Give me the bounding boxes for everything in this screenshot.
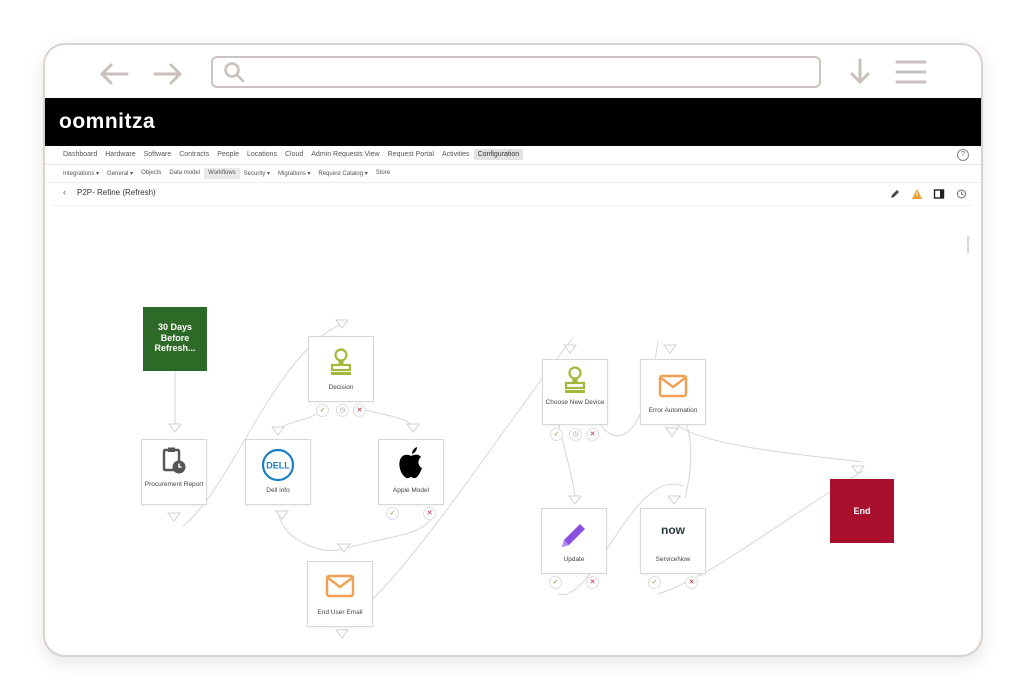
end-node[interactable]: End xyxy=(830,479,894,543)
node-servicenow[interactable]: now ServiceNow xyxy=(640,508,706,574)
success-port[interactable]: ✓ xyxy=(648,576,661,589)
brand-header: oomnitza xyxy=(45,98,981,146)
sub-nav-item-data-model[interactable]: Data model xyxy=(165,168,204,179)
workflow-connectors xyxy=(167,319,865,639)
history-icon[interactable] xyxy=(955,187,967,199)
start-node-30-days[interactable]: 30 Days Before Refresh... xyxy=(143,307,207,371)
workflow-canvas[interactable]: Show info 30 Days Before Refresh... Proc… xyxy=(53,205,973,646)
page-title: P2P- Refine (Refresh) xyxy=(77,188,156,197)
servicenow-logo-icon: now xyxy=(661,523,685,537)
browser-chrome xyxy=(45,45,981,100)
sub-nav-item-integrations[interactable]: Integrations ▾ xyxy=(59,168,103,179)
success-port[interactable]: ✓ xyxy=(316,404,329,417)
sub-nav-item-migrations[interactable]: Migrations ▾ xyxy=(274,168,314,179)
node-choose-new-device[interactable]: Choose New Device xyxy=(542,359,608,425)
sub-navigation: Integrations ▾ General ▾ Objects Data model… xyxy=(45,165,981,183)
clipboard-clock-icon xyxy=(162,446,186,474)
node-label: Procurement Report xyxy=(144,481,204,488)
node-label: Error Automation xyxy=(648,407,698,414)
hamburger-menu-icon[interactable] xyxy=(895,59,927,85)
address-bar[interactable] xyxy=(211,56,821,88)
node-decision[interactable]: Decision xyxy=(308,336,374,402)
node-apple-model[interactable]: Apple Model xyxy=(378,439,444,505)
stamp-icon xyxy=(329,347,353,377)
node-label: ServiceNow xyxy=(655,556,691,563)
success-port[interactable]: ✓ xyxy=(386,507,399,520)
node-label: Update xyxy=(563,556,585,563)
top-nav-item-hardware[interactable]: Hardware xyxy=(101,149,139,160)
sub-nav-item-security[interactable]: Security ▾ xyxy=(240,168,274,179)
top-nav-item-software[interactable]: Software xyxy=(140,149,176,160)
timeout-port[interactable]: ◷ xyxy=(336,404,349,417)
top-nav-item-people[interactable]: People xyxy=(213,149,243,160)
node-error-automation[interactable]: Error Automation xyxy=(640,359,706,425)
node-end-user-email[interactable]: End User Email xyxy=(307,561,373,627)
pencil-edit-icon[interactable] xyxy=(889,187,901,199)
apple-logo-icon xyxy=(395,445,427,483)
show-info-tab[interactable]: Show info xyxy=(965,236,971,276)
top-navigation: Dashboard Hardware Software Contracts People… xyxy=(45,146,981,165)
failure-port[interactable]: ✕ xyxy=(685,576,698,589)
help-icon[interactable]: ? xyxy=(957,149,969,161)
arrow-left-icon[interactable] xyxy=(97,59,131,89)
success-port[interactable]: ✓ xyxy=(550,428,563,441)
device-frame: oomnitza Dashboard Hardware Software Contra… xyxy=(43,43,983,657)
node-label: Choose New Device xyxy=(545,399,605,406)
sub-nav-item-request-catalog[interactable]: Request Catalog ▾ xyxy=(314,168,371,179)
envelope-icon xyxy=(325,574,355,598)
node-label: Dell info xyxy=(266,487,290,494)
failure-port[interactable]: ✕ xyxy=(423,507,436,520)
failure-port[interactable]: ✕ xyxy=(586,576,599,589)
arrow-right-icon[interactable] xyxy=(151,59,185,89)
oomnitza-logo[interactable]: oomnitza xyxy=(59,110,155,134)
back-button[interactable]: ‹ xyxy=(63,187,66,197)
top-nav-item-dashboard[interactable]: Dashboard xyxy=(59,149,101,160)
pencil-icon xyxy=(558,519,590,551)
top-nav-item-contracts[interactable]: Contracts xyxy=(175,149,213,160)
sub-nav-item-general[interactable]: General ▾ xyxy=(103,168,137,179)
dell-logo-text: DELL xyxy=(266,461,290,471)
top-nav-item-locations[interactable]: Locations xyxy=(243,149,281,160)
panel-toggle-icon[interactable] xyxy=(933,187,945,199)
timeout-port[interactable]: ◷ xyxy=(569,428,582,441)
node-label: Apple Model xyxy=(392,487,430,494)
stamp-icon xyxy=(563,365,587,395)
top-nav-item-admin-requests-view[interactable]: Admin Requests View xyxy=(307,149,383,160)
warning-icon[interactable] xyxy=(911,187,923,199)
top-nav-item-request-portal[interactable]: Request Portal xyxy=(384,149,438,160)
top-nav-item-activities[interactable]: Activities xyxy=(438,149,474,160)
success-port[interactable]: ✓ xyxy=(549,576,562,589)
failure-port[interactable]: ✕ xyxy=(353,404,366,417)
sub-nav-item-store[interactable]: Store xyxy=(372,168,394,179)
dell-logo-icon: DELL xyxy=(261,448,295,482)
node-procurement-report[interactable]: Procurement Report xyxy=(141,439,207,505)
node-dell-info[interactable]: DELL Dell info xyxy=(245,439,311,505)
top-nav-item-configuration[interactable]: Configuration xyxy=(473,149,524,160)
node-label: Decision xyxy=(328,384,354,391)
node-update[interactable]: Update xyxy=(541,508,607,574)
download-icon[interactable] xyxy=(845,57,875,89)
node-label: End User Email xyxy=(317,609,363,616)
search-icon xyxy=(223,61,245,83)
workflow-title-bar: ‹ P2P- Refine (Refresh) xyxy=(45,184,981,204)
envelope-icon xyxy=(658,374,688,398)
sub-nav-item-workflows[interactable]: Workflows xyxy=(204,168,240,179)
sub-nav-item-objects[interactable]: Objects xyxy=(137,168,165,179)
failure-port[interactable]: ✕ xyxy=(586,428,599,441)
top-nav-item-cloud[interactable]: Cloud xyxy=(281,149,307,160)
